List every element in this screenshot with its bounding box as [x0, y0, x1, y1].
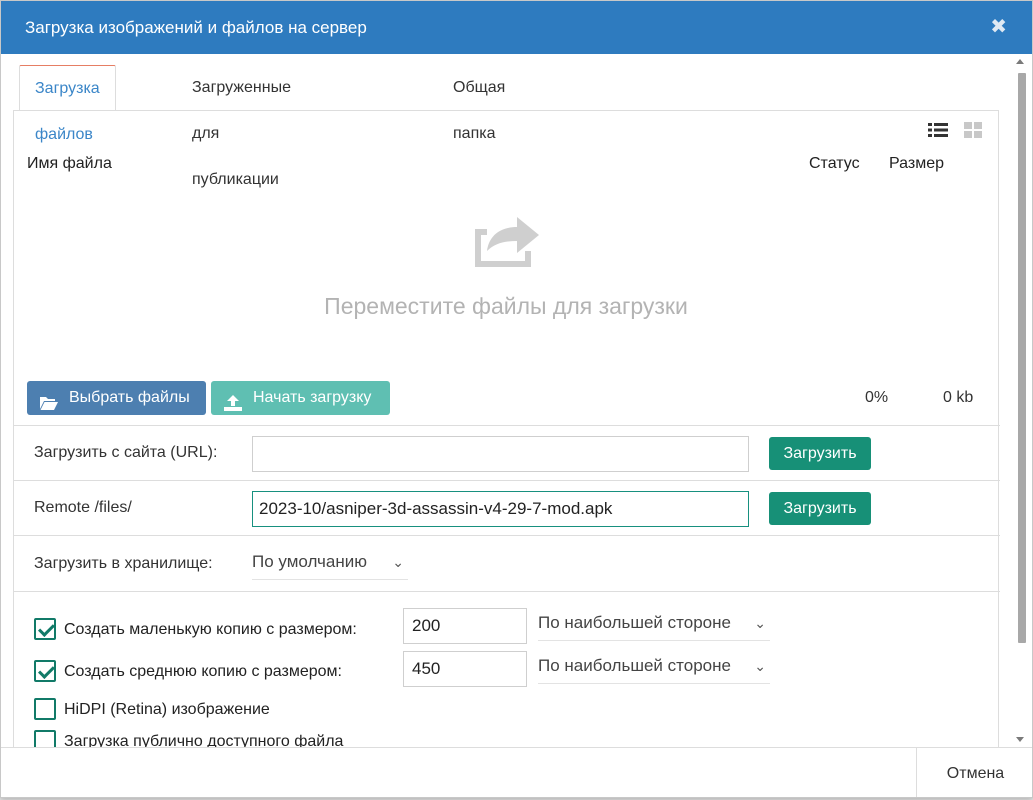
scrollbar-thumb[interactable] — [1018, 73, 1026, 643]
dialog-footer: Отмена — [1, 747, 1032, 797]
tab-shared-folder[interactable]: Общая папка — [438, 65, 520, 142]
start-upload-label: Начать загрузку — [253, 389, 372, 406]
url-upload-row: Загрузить с сайта (URL): Загрузить — [14, 425, 1000, 480]
medium-copy-size-input[interactable] — [403, 651, 527, 687]
cancel-button[interactable]: Отмена — [916, 748, 1032, 797]
hidpi-checkbox[interactable] — [34, 698, 56, 720]
upload-progress: 0% — [865, 389, 889, 406]
share-upload-icon — [469, 207, 541, 271]
url-upload-button[interactable]: Загрузить — [769, 437, 871, 470]
tab-uploaded-for-publication[interactable]: Загруженные для публикации — [177, 65, 306, 188]
grid-view-icon[interactable] — [964, 121, 984, 138]
dialog-title: Загрузка изображений и файлов на сервер — [25, 18, 367, 37]
scrollbar[interactable] — [1012, 54, 1029, 748]
storage-select[interactable]: По умолчанию ⌄ — [252, 552, 408, 580]
remote-upload-row: Remote /files/ Загрузить — [14, 480, 1000, 535]
scroll-down-arrow-icon[interactable] — [1016, 737, 1024, 742]
upload-dialog: Загрузка изображений и файлов на сервер … — [0, 0, 1033, 798]
url-upload-label: Загрузить с сайта (URL): — [34, 444, 218, 461]
remote-upload-label: Remote /files/ — [34, 499, 132, 516]
column-status: Статус — [809, 155, 860, 172]
chevron-down-icon: ⌄ — [392, 554, 404, 570]
medium-copy-mode-value: По наибольшей стороне — [538, 656, 731, 675]
tab-content: Имя файла Статус Размер Переместите файл… — [13, 110, 1000, 761]
select-files-label: Выбрать файлы — [69, 389, 190, 406]
small-copy-label: Создать маленькую копию с размером: — [64, 621, 357, 638]
close-icon[interactable]: ✖ — [990, 14, 1007, 39]
folder-open-icon — [40, 390, 58, 410]
medium-copy-checkbox[interactable] — [34, 660, 56, 682]
upload-total-size: 0 kb — [943, 389, 974, 406]
chevron-down-icon: ⌄ — [754, 658, 766, 674]
storage-row: Загрузить в хранилище: По умолчанию ⌄ — [14, 535, 1000, 591]
storage-label: Загрузить в хранилище: — [34, 555, 213, 572]
small-copy-mode-value: По наибольшей стороне — [538, 613, 731, 632]
url-input[interactable] — [252, 436, 749, 472]
select-files-button[interactable]: Выбрать файлы — [27, 381, 206, 415]
drop-zone-text: Переместите файлы для загрузки — [324, 293, 688, 319]
medium-copy-mode-select[interactable]: По наибольшей стороне ⌄ — [538, 656, 770, 684]
scroll-up-arrow-icon[interactable] — [1016, 59, 1024, 64]
storage-select-value: По умолчанию — [252, 552, 367, 571]
small-copy-mode-select[interactable]: По наибольшей стороне ⌄ — [538, 613, 770, 641]
remote-path-input[interactable] — [252, 491, 749, 527]
view-switcher — [916, 121, 984, 139]
small-copy-size-input[interactable] — [403, 608, 527, 644]
column-file-name: Имя файла — [27, 155, 112, 172]
options-section: Создать маленькую копию с размером: По н… — [14, 591, 1000, 761]
small-copy-checkbox[interactable] — [34, 618, 56, 640]
start-upload-button[interactable]: Начать загрузку — [211, 381, 390, 415]
tab-upload-files[interactable]: Загрузка файлов — [19, 65, 116, 143]
chevron-down-icon: ⌄ — [754, 615, 766, 631]
upload-icon — [224, 390, 242, 411]
medium-copy-label: Создать среднюю копию с размером: — [64, 663, 342, 680]
remote-upload-button[interactable]: Загрузить — [769, 492, 871, 525]
list-view-icon[interactable] — [927, 122, 948, 138]
column-size: Размер — [889, 155, 944, 172]
hidpi-label: HiDPI (Retina) изображение — [64, 701, 270, 718]
dialog-titlebar: Загрузка изображений и файлов на сервер … — [1, 1, 1032, 54]
